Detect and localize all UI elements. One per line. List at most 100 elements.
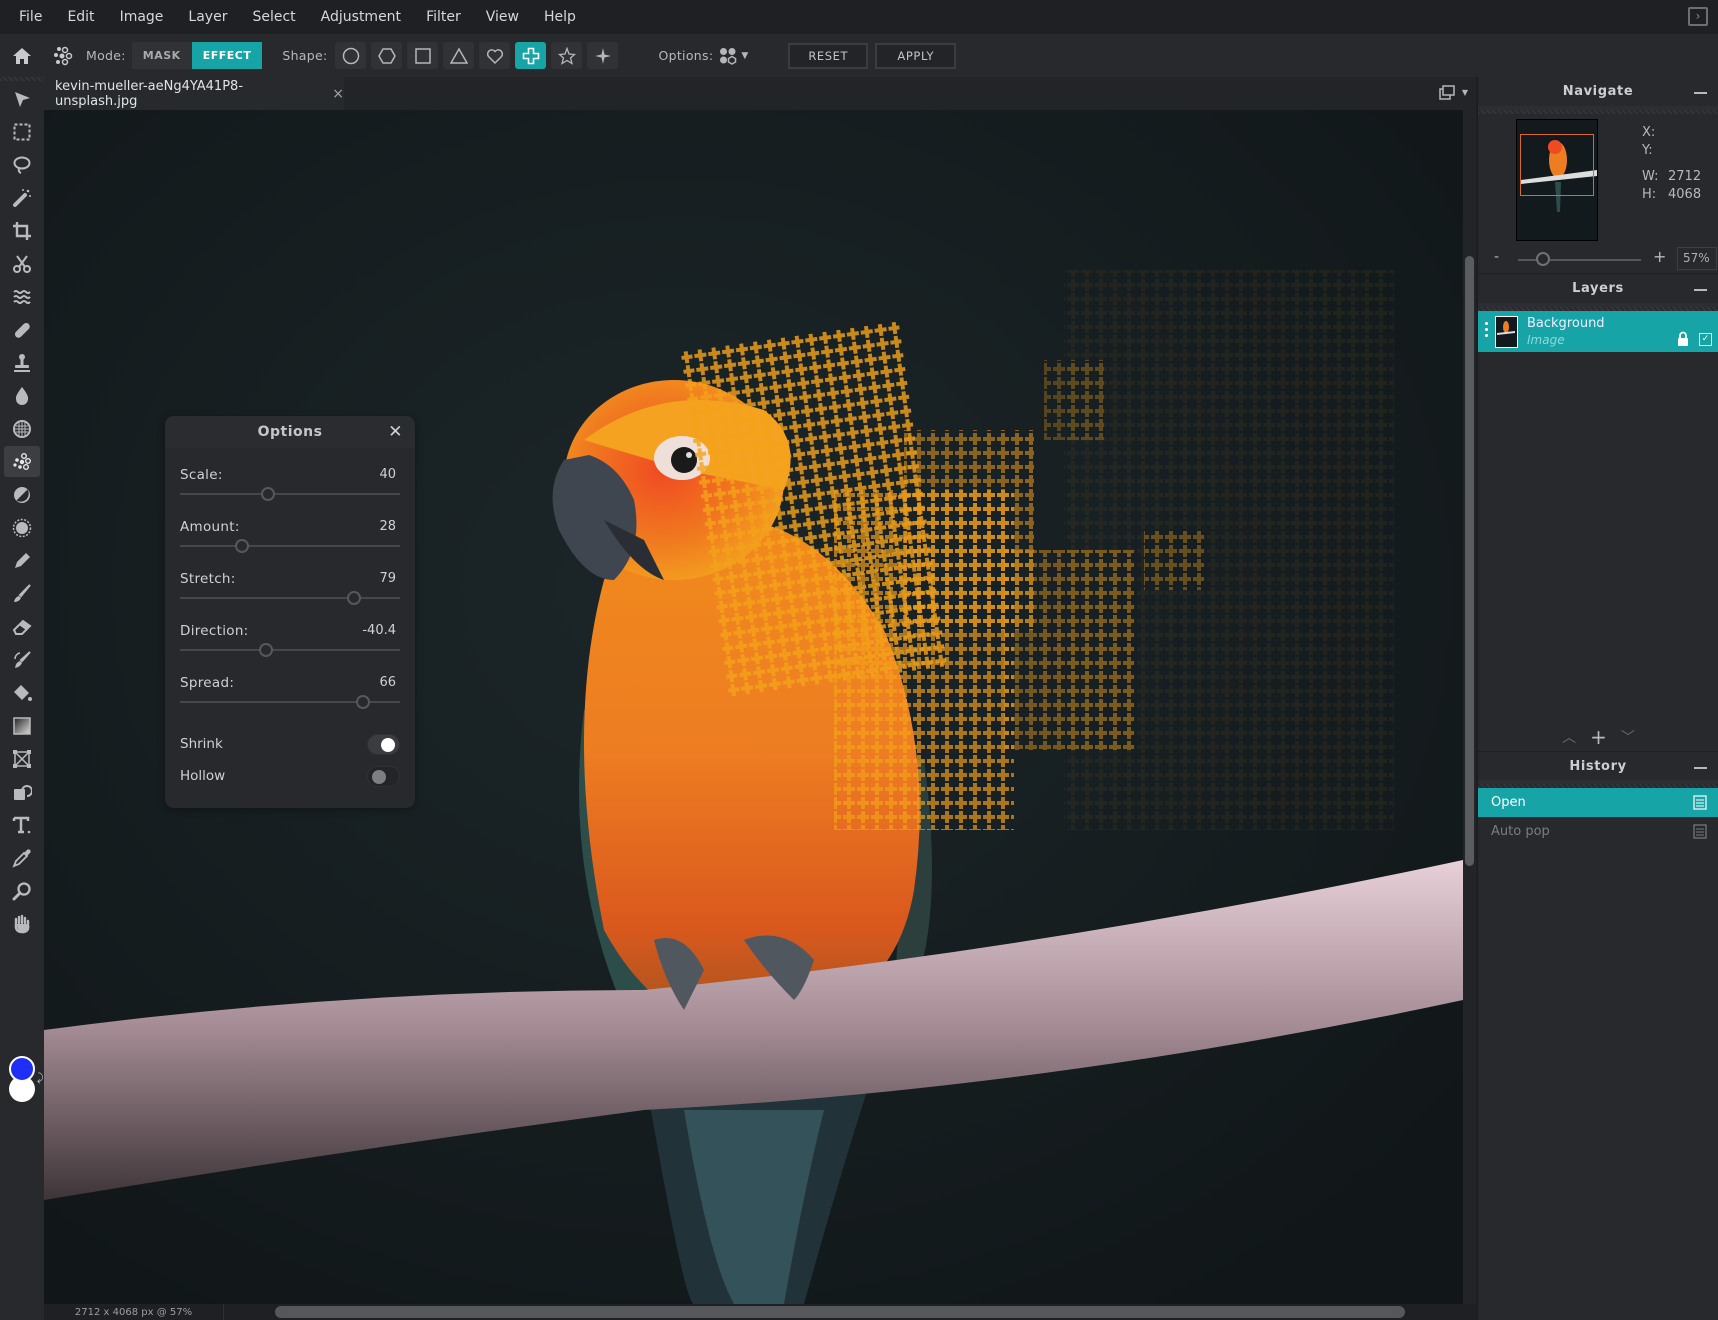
tool-dodge-burn[interactable] — [4, 479, 40, 510]
toggle-shrink: Shrink — [165, 728, 415, 760]
slider-direction: Direction: -40.4 — [165, 608, 415, 660]
options-panel-header[interactable]: Options ✕ — [165, 416, 415, 448]
sparkle-icon — [594, 47, 611, 64]
shape-cross-button[interactable] — [515, 42, 547, 69]
drag-handle-icon[interactable] — [1485, 322, 1489, 340]
tool-clone-stamp[interactable] — [4, 347, 40, 378]
tool-blur[interactable] — [4, 380, 40, 411]
layers-header: Layers — [1478, 274, 1718, 307]
collapse-navigate-icon[interactable] — [1694, 92, 1707, 94]
crop-icon — [13, 221, 31, 240]
move-layer-down-icon[interactable]: ﹀ — [1621, 727, 1635, 747]
zoom-in-button[interactable]: + — [1653, 247, 1666, 266]
zoom-out-button[interactable]: - — [1494, 249, 1499, 265]
slider-track[interactable] — [180, 649, 400, 651]
lock-icon[interactable] — [1677, 331, 1689, 350]
tool-eyedropper[interactable] — [4, 842, 40, 873]
menu-layer[interactable]: Layer — [185, 5, 230, 29]
home-button[interactable] — [0, 34, 44, 77]
tool-marquee[interactable] — [4, 116, 40, 147]
arrange-windows-button[interactable]: ▼ — [1439, 85, 1468, 100]
tool-crop[interactable] — [4, 215, 40, 246]
tool-disperse[interactable] — [4, 446, 40, 477]
tool-lasso[interactable] — [4, 149, 40, 180]
collapse-history-icon[interactable] — [1694, 767, 1707, 769]
canvas-vertical-scrollbar[interactable] — [1463, 110, 1476, 1304]
navigator-thumbnail[interactable] — [1516, 119, 1598, 241]
close-icon[interactable]: ✕ — [388, 422, 403, 442]
layer-actions: ︿ + ﹀ — [1478, 725, 1718, 749]
slider-knob[interactable] — [258, 643, 273, 657]
slider-value: 40 — [379, 467, 396, 482]
menu-view[interactable]: View — [483, 5, 522, 29]
tool-hand[interactable] — [4, 908, 40, 939]
h-value: 4068 — [1668, 187, 1702, 202]
toggle-label: Hollow — [180, 768, 226, 784]
history-item[interactable]: Open — [1478, 788, 1718, 817]
tool-liquify[interactable] — [4, 281, 40, 312]
tool-eraser[interactable] — [4, 611, 40, 642]
zoom-input[interactable]: 57% — [1677, 247, 1717, 270]
shape-circle-button[interactable] — [335, 42, 367, 69]
menu-select[interactable]: Select — [249, 5, 298, 29]
shape-triangle-button[interactable] — [443, 42, 475, 69]
shape-square-button[interactable] — [407, 42, 439, 69]
tool-fill[interactable] — [4, 677, 40, 708]
tool-color-replace[interactable] — [4, 644, 40, 675]
tool-move[interactable] — [4, 83, 40, 114]
tool-text[interactable] — [4, 809, 40, 840]
menu-help[interactable]: Help — [541, 5, 579, 29]
tool-shape[interactable] — [4, 776, 40, 807]
horizontal-scroll-thumb[interactable] — [275, 1306, 1405, 1318]
history-item[interactable]: Auto pop — [1478, 817, 1718, 846]
tool-pen[interactable] — [4, 545, 40, 576]
shape-hexagon-button[interactable] — [371, 42, 403, 69]
visibility-checkbox[interactable]: ✓ — [1699, 333, 1712, 346]
shape-star-button[interactable] — [551, 42, 583, 69]
tool-cut[interactable] — [4, 248, 40, 279]
tool-brush[interactable] — [4, 578, 40, 609]
swap-colors-icon[interactable]: ⤸ — [37, 1071, 44, 1085]
slider-track[interactable] — [180, 597, 400, 599]
tool-zoom[interactable] — [4, 875, 40, 906]
menu-adjustment[interactable]: Adjustment — [318, 5, 404, 29]
shape-sparkle-button[interactable] — [587, 42, 619, 69]
panel-toggle-button[interactable]: › — [1688, 7, 1708, 26]
apply-button[interactable]: APPLY — [875, 42, 957, 69]
disperse-tool-icon — [52, 45, 74, 67]
slider-knob[interactable] — [355, 695, 370, 709]
options-label: Options: — [658, 48, 714, 63]
menu-image[interactable]: Image — [117, 5, 167, 29]
menu-edit[interactable]: Edit — [64, 5, 97, 29]
slider-track[interactable] — [180, 493, 400, 495]
zoom-slider-knob[interactable] — [1535, 252, 1550, 266]
menu-file[interactable]: File — [16, 5, 45, 29]
foreground-color-swatch[interactable] — [9, 1056, 35, 1082]
layer-item[interactable]: Background Image ✓ — [1478, 311, 1718, 352]
shape-heart-button[interactable] — [479, 42, 511, 69]
mode-effect-button[interactable]: EFFECT — [191, 42, 263, 69]
tool-sponge[interactable] — [4, 413, 40, 444]
options-dropdown[interactable]: ▼ — [719, 47, 748, 65]
tool-sharpen[interactable] — [4, 512, 40, 543]
move-layer-up-icon[interactable]: ︿ — [1562, 727, 1576, 747]
slider-track[interactable] — [180, 545, 400, 547]
tool-heal[interactable] — [4, 314, 40, 345]
tool-gradient[interactable] — [4, 710, 40, 741]
close-tab-icon[interactable]: × — [332, 86, 344, 102]
tool-transform[interactable] — [4, 743, 40, 774]
viewport-rectangle[interactable] — [1520, 134, 1594, 196]
shrink-switch[interactable] — [367, 734, 400, 755]
tool-magic-wand[interactable] — [4, 182, 40, 213]
add-layer-icon[interactable]: + — [1590, 725, 1607, 749]
collapse-layers-icon[interactable] — [1694, 289, 1707, 291]
mode-mask-button[interactable]: MASK — [131, 42, 192, 69]
vertical-scroll-thumb[interactable] — [1465, 256, 1474, 866]
slider-knob[interactable] — [346, 591, 361, 605]
menu-filter[interactable]: Filter — [423, 5, 464, 29]
hollow-switch[interactable] — [367, 766, 400, 787]
slider-knob[interactable] — [234, 539, 249, 553]
reset-button[interactable]: RESET — [788, 42, 869, 69]
slider-knob[interactable] — [261, 487, 275, 501]
document-tab[interactable]: kevin-mueller-aeNg4YA41P8-unsplash.jpg × — [44, 77, 344, 110]
